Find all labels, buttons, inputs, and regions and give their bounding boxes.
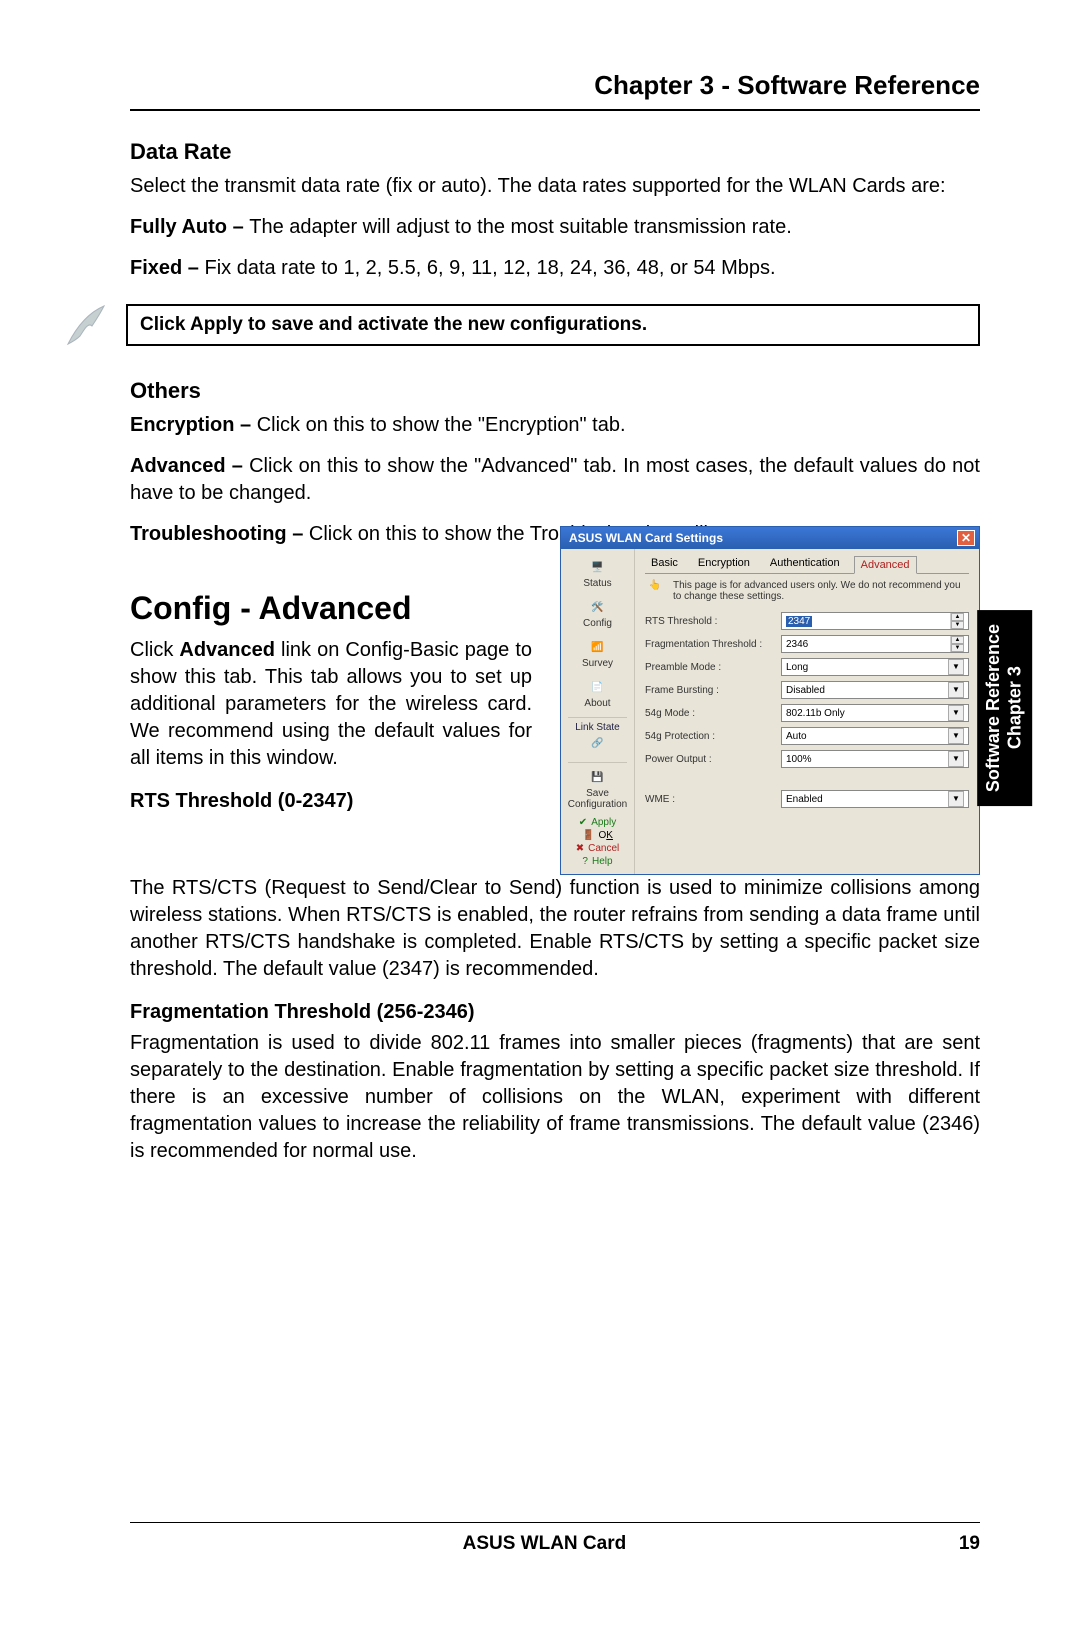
field-burst: Frame Bursting : Disabled ▼ (645, 681, 969, 699)
wlan-settings-dialog: ASUS WLAN Card Settings ✕ 🖥️ Status 🛠️ C… (560, 526, 980, 875)
check-icon: ✔ (579, 817, 587, 828)
door-icon: 🚪 (582, 830, 594, 841)
label-frag: Fragmentation Threshold : (645, 639, 775, 650)
page-number: 19 (959, 1533, 980, 1554)
label-fixed: Fixed – (130, 257, 204, 279)
info-text: This page is for advanced users only. We… (673, 580, 969, 602)
label-fully-auto: Fully Auto – (130, 216, 249, 238)
dialog-title: ASUS WLAN Card Settings (569, 531, 723, 545)
quill-icon (60, 300, 110, 350)
dialog-titlebar[interactable]: ASUS WLAN Card Settings ✕ (561, 527, 979, 549)
label-power: Power Output : (645, 754, 775, 765)
label-prot: 54g Protection : (645, 731, 775, 742)
pointer-icon: 👆 (645, 580, 665, 591)
link-state-icon: 🔗 (587, 733, 609, 753)
spinner-icon[interactable]: ▲▼ (950, 613, 964, 629)
desc-advanced: Click on this to show the "Advanced" tab… (130, 455, 980, 504)
text-encryption: Encryption – Click on this to show the "… (130, 412, 980, 439)
label-burst: Frame Bursting : (645, 685, 775, 696)
tabs: Basic Encryption Authentication Advanced (645, 555, 969, 574)
chapter-title: Chapter 3 - Software Reference (130, 70, 980, 101)
field-preamble: Preamble Mode : Long ▼ (645, 658, 969, 676)
field-rts: RTS Threshold : 2347 ▲▼ (645, 612, 969, 630)
sidebar-item-survey[interactable]: 📶 Survey (561, 635, 634, 675)
input-frag[interactable]: 2346 ▲▼ (781, 635, 969, 653)
field-frag: Fragmentation Threshold : 2346 ▲▼ (645, 635, 969, 653)
text-config-intro: Click Advanced link on Config-Basic page… (130, 637, 532, 772)
heading-frag: Fragmentation Threshold (256-2346) (130, 1001, 980, 1024)
footer: ASUS WLAN Card 19 (130, 1522, 980, 1555)
heading-data-rate: Data Rate (130, 139, 980, 165)
heading-rts: RTS Threshold (0-2347) (130, 790, 532, 813)
chevron-down-icon[interactable]: ▼ (948, 751, 964, 767)
label-mode: 54g Mode : (645, 708, 775, 719)
sidebar-item-config[interactable]: 🛠️ Config (561, 595, 634, 635)
close-button[interactable]: ✕ (957, 530, 975, 546)
dialog-sidebar: 🖥️ Status 🛠️ Config 📶 Survey 📄 About (561, 549, 635, 874)
select-preamble[interactable]: Long ▼ (781, 658, 969, 676)
chevron-down-icon[interactable]: ▼ (948, 682, 964, 698)
side-tab: Software ReferenceChapter 3 (977, 610, 1032, 806)
sidebar-save-config[interactable]: 💾 Save Configuration (561, 765, 634, 816)
sidebar-item-status[interactable]: 🖥️ Status (561, 555, 634, 595)
text-rts: The RTS/CTS (Request to Send/Clear to Se… (130, 875, 980, 983)
tab-encryption[interactable]: Encryption (692, 555, 756, 573)
tab-authentication[interactable]: Authentication (764, 555, 846, 573)
info-row: 👆 This page is for advanced users only. … (645, 580, 969, 602)
spinner-icon[interactable]: ▲▼ (950, 636, 964, 652)
select-power[interactable]: 100% ▼ (781, 750, 969, 768)
footer-title: ASUS WLAN Card (463, 1533, 627, 1555)
label-wme: WME : (645, 794, 775, 805)
label-advanced: Advanced – (130, 455, 249, 477)
field-prot: 54g Protection : Auto ▼ (645, 727, 969, 745)
text-fixed: Fixed – Fix data rate to 1, 2, 5.5, 6, 9… (130, 255, 980, 282)
note-row: Click Apply to save and activate the new… (60, 300, 980, 350)
config-icon: 🛠️ (587, 597, 609, 617)
tab-basic[interactable]: Basic (645, 555, 684, 573)
question-icon: ? (582, 856, 588, 867)
sidebar-apply[interactable]: ✔Apply (579, 816, 616, 829)
survey-icon: 📶 (587, 637, 609, 657)
label-rts: RTS Threshold : (645, 616, 775, 627)
heading-others: Others (130, 378, 980, 404)
about-icon: 📄 (587, 677, 609, 697)
field-mode: 54g Mode : 802.11b Only ▼ (645, 704, 969, 722)
text-fully-auto: Fully Auto – The adapter will adjust to … (130, 214, 980, 241)
note-box: Click Apply to save and activate the new… (126, 304, 980, 346)
status-icon: 🖥️ (587, 557, 609, 577)
heading-config-advanced: Config - Advanced (130, 590, 532, 627)
field-wme: WME : Enabled ▼ (645, 790, 969, 808)
sidebar-ok[interactable]: 🚪OK (582, 829, 613, 842)
desc-fixed: Fix data rate to 1, 2, 5.5, 6, 9, 11, 12… (204, 257, 775, 279)
text-frag: Fragmentation is used to divide 802.11 f… (130, 1030, 980, 1165)
sidebar-link-state: Link State 🔗 (561, 720, 634, 760)
select-prot[interactable]: Auto ▼ (781, 727, 969, 745)
sidebar-help[interactable]: ?Help (582, 855, 612, 868)
desc-fully-auto: The adapter will adjust to the most suit… (249, 216, 791, 238)
label-preamble: Preamble Mode : (645, 662, 775, 673)
rule-top (130, 109, 980, 111)
sidebar-item-about[interactable]: 📄 About (561, 675, 634, 715)
select-wme[interactable]: Enabled ▼ (781, 790, 969, 808)
tab-advanced[interactable]: Advanced (854, 556, 917, 574)
label-troubleshooting: Troubleshooting – (130, 523, 309, 545)
desc-encryption: Click on this to show the "Encryption" t… (257, 414, 626, 436)
label-encryption: Encryption – (130, 414, 257, 436)
text-data-rate-intro: Select the transmit data rate (fix or au… (130, 173, 980, 200)
chevron-down-icon[interactable]: ▼ (948, 728, 964, 744)
text-advanced: Advanced – Click on this to show the "Ad… (130, 453, 980, 507)
chevron-down-icon[interactable]: ▼ (948, 705, 964, 721)
select-burst[interactable]: Disabled ▼ (781, 681, 969, 699)
select-mode[interactable]: 802.11b Only ▼ (781, 704, 969, 722)
chevron-down-icon[interactable]: ▼ (948, 659, 964, 675)
chevron-down-icon[interactable]: ▼ (948, 791, 964, 807)
field-power: Power Output : 100% ▼ (645, 750, 969, 768)
input-rts[interactable]: 2347 ▲▼ (781, 612, 969, 630)
x-icon: ✖ (576, 843, 584, 854)
save-icon: 💾 (587, 767, 609, 787)
sidebar-cancel[interactable]: ✖Cancel (576, 842, 620, 855)
